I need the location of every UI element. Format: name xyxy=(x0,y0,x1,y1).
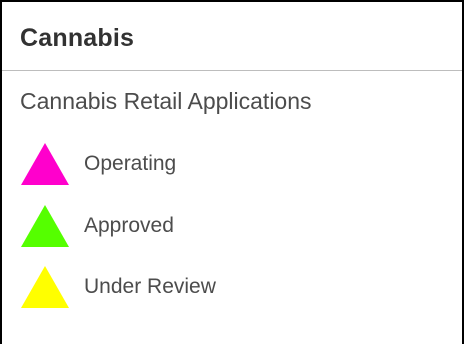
legend-item-approved: Approved xyxy=(20,202,174,250)
divider xyxy=(2,70,462,71)
triangle-icon xyxy=(21,143,69,185)
legend-panel: Cannabis Cannabis Retail Applications Op… xyxy=(0,0,464,344)
legend-item-operating: Operating xyxy=(20,140,176,188)
sublayer-title: Cannabis Retail Applications xyxy=(20,88,312,114)
legend-label-under-review: Under Review xyxy=(84,275,216,298)
legend-label-operating: Operating xyxy=(84,152,177,175)
layer-title: Cannabis xyxy=(20,24,135,52)
legend-item-under-review: Under Review xyxy=(20,263,216,311)
triangle-icon xyxy=(21,205,69,247)
legend-label-approved: Approved xyxy=(84,214,174,237)
triangle-icon xyxy=(21,266,69,308)
